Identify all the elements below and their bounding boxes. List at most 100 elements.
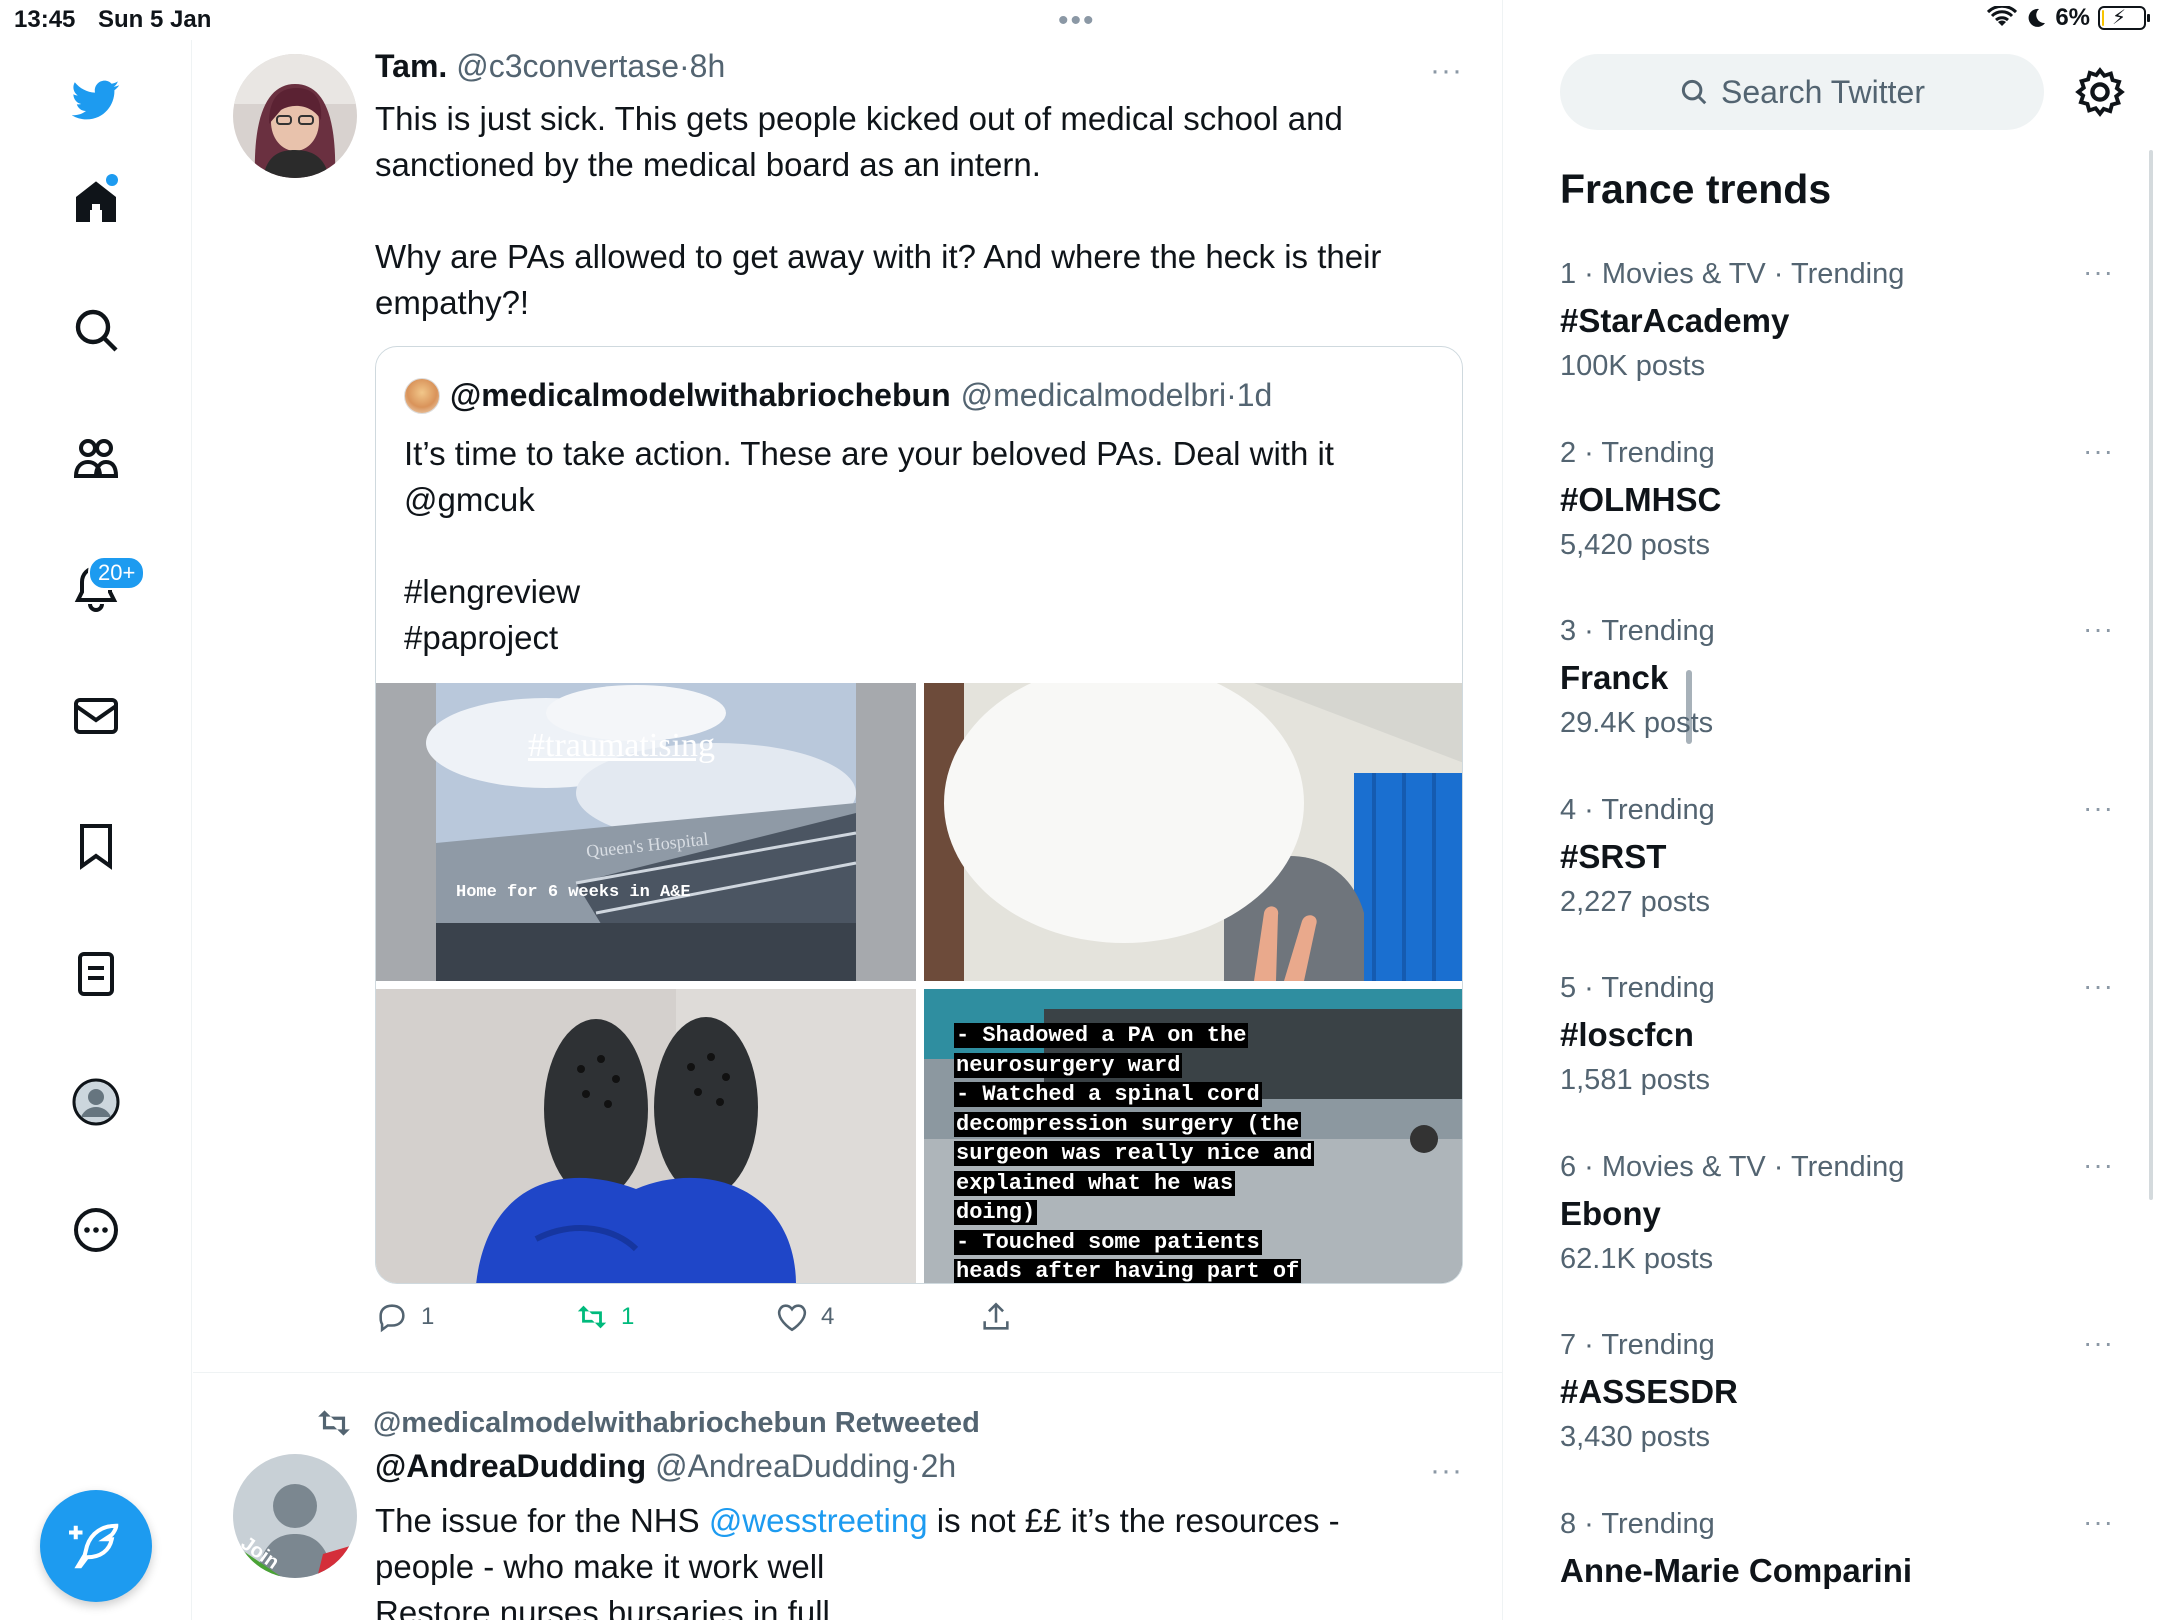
lists-icon[interactable]	[66, 944, 126, 1004]
trend-more-icon[interactable]: ···	[2083, 1149, 2114, 1181]
trend-more-icon[interactable]: ···	[2083, 435, 2114, 467]
trend-post-count: 100K posts	[1560, 350, 1706, 382]
media-image-hospital[interactable]: #traumatising Queen's Hospital Home for …	[376, 683, 916, 981]
retweet-icon	[577, 1305, 607, 1329]
tweet-timestamp[interactable]: 8h	[690, 48, 726, 84]
trends-heading: France trends	[1560, 166, 1832, 212]
trend-meta: 4 · Trending	[1560, 793, 1715, 826]
quoted-timestamp[interactable]: 1d	[1237, 377, 1273, 413]
trend-more-icon[interactable]: ···	[2083, 256, 2114, 288]
trend-name: Ebony	[1560, 1194, 1661, 1232]
trend-name: #ASSESDR	[1560, 1373, 1738, 1410]
more-options-icon[interactable]	[66, 1200, 126, 1260]
tweet-text-line: people - who make it work well	[375, 1548, 825, 1585]
tweet-author-avatar[interactable]: Join	[233, 1454, 357, 1578]
image-text-line: - Shadowed a PA on the	[954, 1023, 1249, 1048]
trend-name: #StarAcademy	[1560, 302, 1790, 339]
communities-icon[interactable]	[66, 428, 126, 488]
tweet-text-line: Restore nurses bursaries in full	[375, 1594, 830, 1620]
trend-more-icon[interactable]: ···	[2083, 792, 2114, 824]
twitter-logo-icon[interactable]	[66, 70, 126, 130]
tweet-more-icon[interactable]: ···	[1430, 1454, 1463, 1488]
trend-more-icon[interactable]: ···	[2083, 1506, 2114, 1538]
quoted-tweet[interactable]: @medicalmodelwithabriochebun @medicalmod…	[375, 346, 1463, 1284]
image-text-line: - Watched a spinal cord	[954, 1082, 1262, 1107]
profile-avatar-icon[interactable]	[66, 1072, 126, 1132]
media-image-ward[interactable]	[924, 683, 1462, 981]
search-icon[interactable]	[66, 300, 126, 360]
separator: ·	[1226, 377, 1237, 413]
home-new-dot	[106, 174, 118, 186]
trend-item[interactable]: 6 · Movies & TV · Trending Ebony 62.1K pos…	[1560, 1149, 2120, 1301]
image-caption: Home for 6 weeks in A&E	[456, 883, 691, 902]
share-icon	[983, 1302, 1009, 1330]
reply-button[interactable]: 1	[375, 1300, 434, 1334]
trend-more-icon[interactable]: ···	[2083, 970, 2114, 1002]
tweet[interactable]: Tam. @c3convertase · 8h ··· This is just s…	[193, 0, 1503, 1372]
like-button[interactable]: 4	[775, 1300, 834, 1334]
trend-item[interactable]: 1 · Movies & TV · Trending #StarAcademy 10…	[1560, 256, 2120, 408]
compose-tweet-button[interactable]	[40, 1490, 152, 1602]
retweet-button[interactable]: 1	[575, 1300, 634, 1334]
tweet-author-avatar[interactable]	[233, 54, 357, 178]
like-count: 4	[821, 1303, 835, 1330]
search-placeholder: Search Twitter	[1721, 73, 1925, 110]
status-time: 13:45	[14, 6, 76, 33]
trend-more-icon[interactable]: ···	[2083, 1327, 2114, 1359]
sidebar-scrollbar[interactable]	[2149, 150, 2153, 1200]
tweet-author-name[interactable]: @AndreaDudding	[375, 1448, 646, 1484]
trend-item[interactable]: 2 · Trending #OLMHSC 5,420 posts ···	[1560, 435, 2120, 587]
messages-icon[interactable]	[66, 686, 126, 746]
trend-post-count: 1,581 posts	[1560, 1064, 1710, 1096]
bookmarks-icon[interactable]	[66, 816, 126, 876]
trend-item[interactable]: 4 · Trending #SRST 2,227 posts ···	[1560, 792, 2120, 944]
quoted-text-line: #lengreview	[404, 573, 581, 610]
trend-name: Franck	[1560, 659, 1669, 696]
trend-meta: 3 · Trending	[1560, 615, 1715, 647]
trend-name: #SRST	[1560, 837, 1667, 875]
tweet-text: This is just sick. This gets people kick…	[375, 96, 1455, 326]
compose-feather-icon	[69, 1523, 119, 1569]
image-text-line: heads after having part of	[954, 1259, 1302, 1284]
trend-item[interactable]: 3 · Trending Franck 29.4K posts ···	[1560, 613, 2120, 765]
trend-more-icon[interactable]: ···	[2083, 613, 2114, 645]
tweet-text-line: Why are PAs allowed to get away with it?…	[375, 238, 1382, 275]
image-overlay-title: #traumatising	[528, 727, 715, 764]
trend-post-count: 2,227 posts	[1560, 885, 1710, 918]
trend-post-count: 62.1K posts	[1560, 1242, 1714, 1275]
tweet-timestamp[interactable]: 2h	[921, 1448, 957, 1484]
battery-icon: ⚡	[2098, 6, 2150, 30]
trend-item[interactable]: 5 · Trending #loscfcn 1,581 posts ···	[1560, 970, 2120, 1122]
image-text-line: surgeon was really nice and	[954, 1141, 1315, 1166]
quoted-author-handle[interactable]: @medicalmodelbri	[961, 377, 1226, 413]
image-text-line: doing)	[954, 1200, 1038, 1225]
media-image-shoes[interactable]	[376, 989, 916, 1283]
trend-item[interactable]: 7 · Trending #ASSESDR 3,430 posts ···	[1560, 1327, 2120, 1479]
quoted-author-name[interactable]: @medicalmodelwithabriochebun	[450, 377, 951, 414]
tweet-author-handle[interactable]: @c3convertase	[456, 48, 679, 84]
quoted-author-avatar[interactable]	[404, 377, 440, 414]
search-icon	[1681, 79, 1707, 105]
share-button[interactable]	[979, 1300, 1013, 1334]
tweet-author-handle[interactable]: @AndreaDudding	[655, 1448, 910, 1484]
timeline: Tam. @c3convertase · 8h ··· This is just s…	[193, 0, 1692, 1620]
notifications-badge: 20+	[88, 556, 146, 590]
trend-post-count: 29.4K posts	[1560, 707, 1714, 739]
image-text-line: - Touched some patients	[954, 1229, 1262, 1255]
media-grid: #traumatising Queen's Hospital Home for …	[376, 683, 1462, 1284]
trend-item[interactable]: 8 · Trending Anne-Marie Comparini ···	[1560, 1506, 2120, 1620]
media-image-text-list[interactable]: - Shadowed a PA on the neurosurgery ward -…	[924, 989, 1462, 1284]
tweet[interactable]: Join @AndreaDudding @AndreaDudding·2h ··…	[193, 1372, 1503, 1620]
trend-meta: 2 · Trending	[1560, 436, 1715, 469]
settings-gear-icon[interactable]	[2074, 66, 2126, 118]
moon-icon	[2028, 8, 2046, 27]
reply-icon	[379, 1304, 405, 1333]
retweet-count: 1	[621, 1303, 635, 1330]
mention-link[interactable]: @wesstreeting	[709, 1502, 928, 1539]
search-twitter-input[interactable]: Search Twitter	[1560, 54, 2044, 130]
wifi-icon	[1987, 6, 2018, 26]
trend-meta: 6 · Movies & TV · Trending	[1560, 1150, 1905, 1183]
tweet-more-icon[interactable]: ···	[1430, 54, 1463, 88]
tweet-author-name[interactable]: Tam.	[375, 48, 447, 84]
quoted-text-line: #paproject	[404, 619, 559, 656]
